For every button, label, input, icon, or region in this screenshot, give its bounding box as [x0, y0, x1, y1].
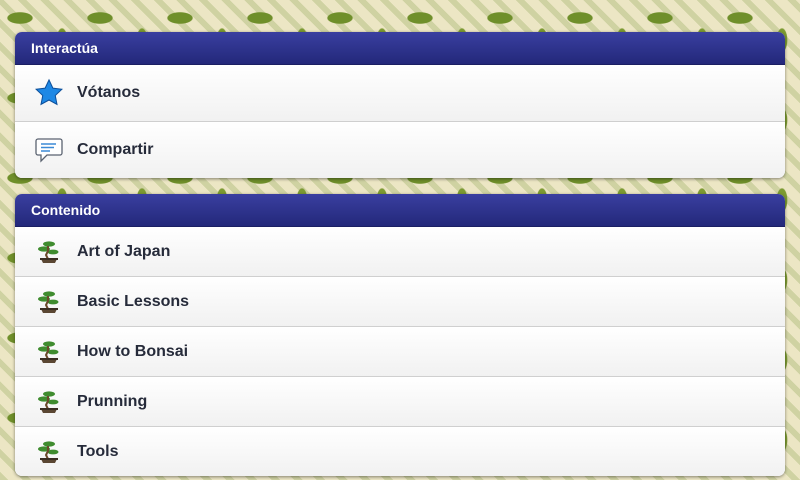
bonsai-tree-icon	[31, 434, 67, 470]
content-item-label: Tools	[77, 442, 119, 460]
content-section: Contenido Art of Japan Basic Lessons How…	[15, 194, 785, 476]
share-label: Compartir	[77, 141, 154, 158]
content-item-basic-lessons[interactable]: Basic Lessons	[15, 277, 785, 327]
content-item-prunning[interactable]: Prunning	[15, 377, 785, 427]
bonsai-tree-icon	[31, 284, 67, 320]
share-item[interactable]: Compartir	[15, 122, 785, 178]
interact-section: Interactúa Vótanos Compartir	[15, 32, 785, 178]
content-item-art-of-japan[interactable]: Art of Japan	[15, 227, 785, 277]
vote-item[interactable]: Vótanos	[15, 65, 785, 122]
content-item-label: Basic Lessons	[77, 292, 190, 310]
vote-label: Vótanos	[77, 84, 141, 101]
star-icon	[31, 75, 67, 111]
chat-bubble-icon	[31, 132, 67, 168]
bonsai-tree-icon	[31, 334, 67, 370]
bonsai-tree-icon	[31, 234, 67, 270]
content-item-tools[interactable]: Tools	[15, 427, 785, 476]
bonsai-tree-icon	[31, 384, 67, 420]
content-item-how-to-bonsai[interactable]: How to Bonsai	[15, 327, 785, 377]
content-section-header: Contenido	[15, 194, 785, 227]
content-item-label: Art of Japan	[77, 242, 171, 260]
interact-section-header: Interactúa	[15, 32, 785, 65]
content-item-label: Prunning	[77, 392, 148, 410]
content-item-label: How to Bonsai	[77, 342, 189, 360]
